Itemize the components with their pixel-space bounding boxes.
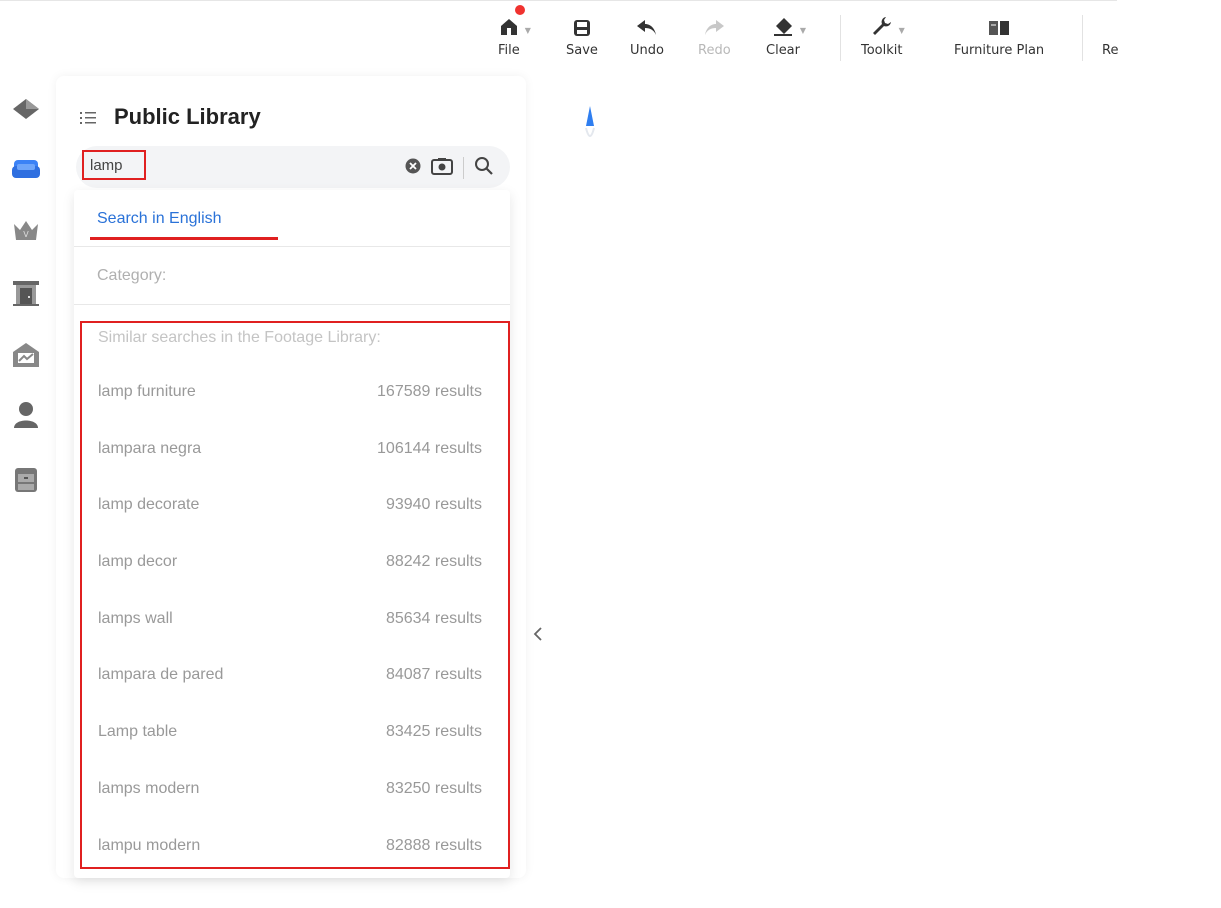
search-bar (76, 146, 510, 188)
suggestion-term: lampu modern (98, 837, 201, 854)
house-chart-icon (13, 343, 39, 367)
save-button[interactable]: Save (566, 9, 598, 65)
compass-icon[interactable] (582, 104, 598, 148)
chevron-down-icon: ▼ (524, 26, 531, 35)
rail-item-account[interactable] (9, 398, 43, 432)
eraser-icon: ▼ (772, 9, 806, 37)
divider (74, 304, 510, 305)
toolbar-divider (840, 15, 841, 61)
undo-button[interactable]: Undo (630, 9, 664, 65)
suggestion-count: 83425 results (385, 723, 482, 740)
suggestion-term: lamp furniture (98, 383, 196, 400)
panel-collapse-button[interactable] (530, 622, 546, 646)
suggestion-term: lamps modern (98, 780, 200, 797)
suggestion-term: lampara de pared (98, 666, 224, 683)
suggestion-count: 167589 results (377, 383, 482, 400)
suggestion-term: lamp decorate (98, 496, 200, 513)
door-icon (13, 281, 39, 306)
panel-title: Public Library (114, 104, 261, 129)
file-button[interactable]: ▼ File (498, 5, 531, 65)
undo-icon (636, 9, 658, 37)
suggestion-count: 83250 results (385, 780, 482, 797)
left-icon-rail: V (0, 76, 56, 516)
rail-item-doors[interactable] (9, 276, 43, 310)
suggestion-item[interactable]: lamp decor 88242 results (98, 550, 482, 574)
save-label: Save (566, 43, 598, 58)
rail-item-structure[interactable] (9, 338, 43, 372)
crown-icon: V (14, 221, 38, 240)
suggestion-item[interactable]: lamps modern 83250 results (98, 777, 482, 801)
rail-item-premium[interactable]: V (9, 214, 43, 248)
highlight-underline (90, 237, 278, 240)
toolkit-button[interactable]: ▼ Toolkit (861, 9, 905, 65)
save-icon (573, 9, 591, 37)
suggestion-term: Lamp table (98, 723, 178, 740)
rail-item-cabinet[interactable] (9, 464, 43, 498)
cabinet-icon (15, 468, 37, 492)
overflow-button[interactable]: Re (1102, 9, 1118, 65)
suggestion-count: 88242 results (385, 553, 482, 570)
redo-icon (703, 9, 725, 37)
redo-button[interactable]: Redo (698, 9, 731, 65)
suggestion-count: 85634 results (385, 610, 482, 627)
wrench-icon: ▼ (871, 9, 905, 37)
suggestion-term: lamps wall (98, 610, 173, 627)
layers-icon (13, 99, 39, 119)
similar-searches-section: Similar searches in the Footage Library:… (80, 321, 510, 869)
search-input[interactable] (82, 150, 146, 180)
svg-text:V: V (23, 230, 29, 239)
toolkit-label: Toolkit (861, 43, 903, 58)
clear-search-icon[interactable] (405, 158, 421, 178)
file-label: File (498, 43, 520, 58)
suggestion-count: 82888 results (385, 837, 482, 854)
sofa-icon (12, 160, 40, 178)
suggestion-count: 106144 results (377, 440, 482, 457)
chevron-down-icon: ▼ (799, 26, 806, 35)
top-toolbar: ▼ File Save Undo Redo ▼ Clear ▼ Toolkit … (0, 0, 1118, 73)
notification-dot (514, 5, 525, 15)
furniture-plan-label: Furniture Plan (954, 43, 1045, 58)
similar-searches-header: Similar searches in the Footage Library: (98, 329, 381, 346)
redo-label: Redo (698, 43, 731, 58)
suggestion-item[interactable]: lampu modern 82888 results (98, 834, 482, 858)
chevron-down-icon: ▼ (898, 26, 905, 35)
suggestion-term: lampara negra (98, 440, 202, 457)
suggestion-count: 84087 results (385, 666, 482, 683)
suggestion-item[interactable]: lampara de pared 84087 results (98, 663, 482, 687)
suggestion-count: 93940 results (385, 496, 482, 513)
search-icon[interactable] (474, 156, 494, 180)
clear-button[interactable]: ▼ Clear (766, 9, 806, 65)
search-suggestions-dropdown: Search in English Category: Similar sear… (74, 190, 510, 878)
user-icon (14, 402, 38, 428)
suggestion-item[interactable]: lamps wall 85634 results (98, 607, 482, 631)
clear-label: Clear (766, 43, 800, 58)
suggestion-item[interactable]: lamp decorate 93940 results (98, 493, 482, 517)
chevron-left-icon (533, 627, 542, 641)
overflow-label: Re (1102, 43, 1119, 58)
suggestion-term: lamp decor (98, 553, 178, 570)
divider (74, 246, 510, 247)
suggestion-item[interactable]: lampara negra 106144 results (98, 437, 482, 461)
furniture-plan-icon (988, 9, 1010, 37)
undo-label: Undo (630, 43, 664, 58)
home-file-icon: ▼ (499, 5, 531, 37)
category-label: Category: (97, 267, 167, 284)
suggestion-item[interactable]: Lamp table 83425 results (98, 720, 482, 744)
rail-item-layers[interactable] (9, 92, 43, 126)
camera-icon[interactable] (431, 157, 453, 179)
search-actions (405, 156, 494, 180)
library-panel: Public Library Search in English Categor… (56, 76, 526, 878)
search-in-english-option[interactable]: Search in English (97, 210, 222, 228)
toolbar-divider (1082, 15, 1083, 61)
rail-item-furniture[interactable] (9, 152, 43, 186)
list-menu-icon[interactable] (80, 110, 96, 129)
furniture-plan-button[interactable]: Furniture Plan (954, 9, 1044, 65)
search-divider (463, 157, 464, 179)
suggestion-item[interactable]: lamp furniture 167589 results (98, 380, 482, 404)
